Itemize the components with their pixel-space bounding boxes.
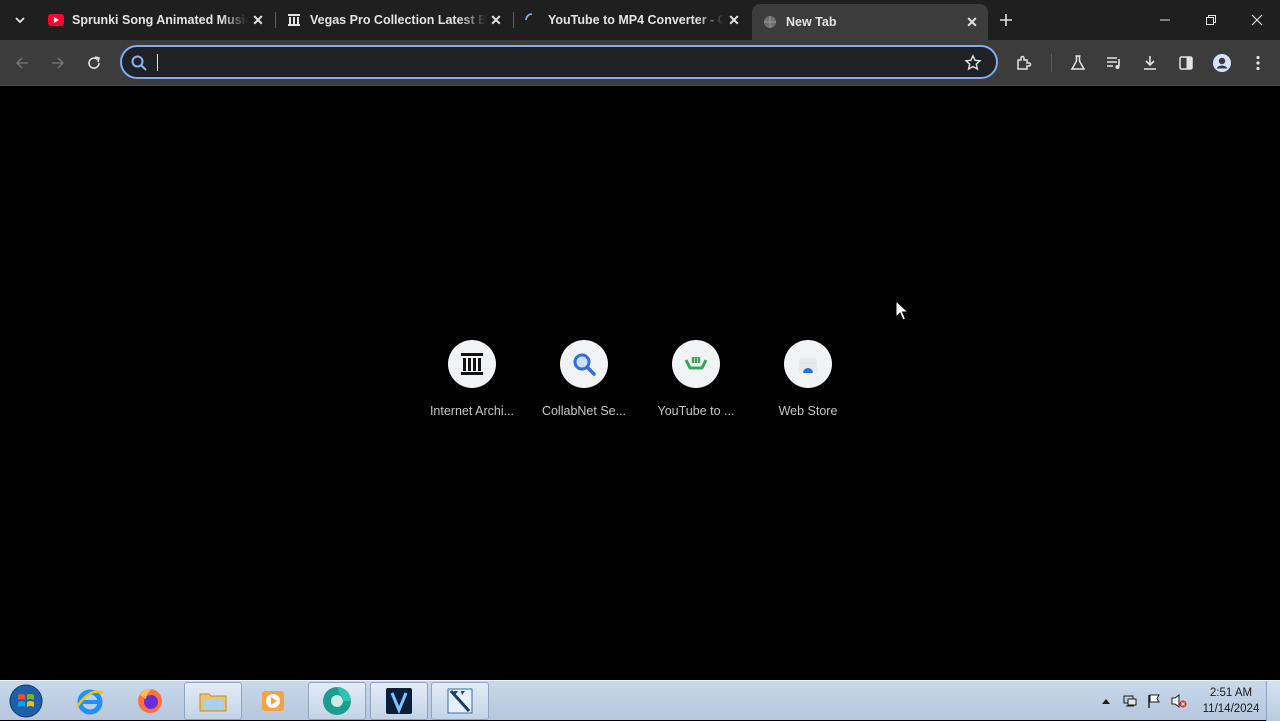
globe-icon bbox=[762, 14, 778, 30]
shortcut-tile[interactable]: Web Store bbox=[752, 340, 864, 430]
address-bar[interactable] bbox=[120, 45, 998, 79]
chrome-like-icon bbox=[323, 687, 351, 715]
forward-button[interactable] bbox=[44, 49, 72, 77]
side-panel-icon bbox=[1179, 56, 1193, 70]
toolbar-separator bbox=[1051, 54, 1052, 72]
clock-time: 2:51 AM bbox=[1209, 687, 1253, 699]
kmplayer-icon bbox=[447, 688, 473, 714]
media-player-icon bbox=[262, 691, 284, 711]
tab-title: YouTube to MP4 Converter - C bbox=[548, 13, 724, 27]
restore-button[interactable] bbox=[1188, 0, 1234, 40]
restore-icon bbox=[1206, 15, 1216, 25]
tab-title: New Tab bbox=[786, 15, 837, 29]
tray-volume[interactable] bbox=[1168, 681, 1190, 721]
start-orb-icon bbox=[9, 684, 43, 718]
flag-icon bbox=[1148, 694, 1160, 708]
shortcut-label: Web Store bbox=[778, 404, 838, 418]
tab-sprunki[interactable]: Sprunki Song Animated Music ✕ bbox=[38, 4, 274, 36]
plus-icon bbox=[1000, 14, 1012, 26]
converter-icon bbox=[672, 340, 720, 388]
back-button[interactable] bbox=[8, 49, 36, 77]
internet-explorer-icon bbox=[75, 689, 104, 715]
new-tab-button[interactable] bbox=[994, 8, 1018, 32]
tray-network[interactable] bbox=[1120, 681, 1140, 721]
search-icon bbox=[131, 55, 147, 71]
address-input[interactable] bbox=[156, 51, 956, 73]
media-controls-button[interactable] bbox=[1103, 52, 1125, 74]
menu-button[interactable] bbox=[1247, 52, 1269, 74]
internet-archive-icon bbox=[286, 12, 302, 28]
shortcut-label: Internet Archi... bbox=[429, 404, 515, 418]
tab-youtube-converter[interactable]: YouTube to MP4 Converter - C ✕ bbox=[514, 4, 750, 36]
taskbar-media-player[interactable] bbox=[244, 682, 302, 720]
taskbar-file-explorer[interactable] bbox=[184, 682, 242, 720]
mouse-cursor-icon bbox=[895, 300, 909, 321]
minimize-icon bbox=[1160, 19, 1170, 21]
shortcut-label: CollabNet Se... bbox=[541, 404, 627, 418]
chevron-down-icon bbox=[15, 17, 25, 24]
clock-date: 11/14/2024 bbox=[1202, 703, 1260, 715]
vegas-pro-icon bbox=[386, 688, 412, 714]
file-explorer-icon bbox=[199, 693, 227, 712]
puzzle-icon bbox=[1017, 55, 1032, 70]
taskbar-kmplayer[interactable] bbox=[431, 682, 489, 720]
network-icon bbox=[1123, 695, 1137, 707]
new-tab-page: Internet Archi... CollabNet Se... YouTub… bbox=[0, 87, 1280, 680]
shortcut-label: YouTube to ... bbox=[657, 404, 735, 418]
playlist-icon bbox=[1107, 57, 1120, 69]
firefox-icon bbox=[138, 689, 162, 713]
search-icon bbox=[560, 340, 608, 388]
close-icon bbox=[1251, 14, 1263, 26]
download-icon bbox=[1144, 56, 1156, 70]
taskbar-firefox[interactable] bbox=[121, 682, 179, 720]
close-icon[interactable]: ✕ bbox=[248, 10, 268, 30]
flask-icon bbox=[1070, 55, 1086, 70]
taskbar-internet-explorer[interactable] bbox=[61, 682, 119, 720]
minimize-button[interactable] bbox=[1142, 0, 1188, 40]
taskbar: 2:51 AM 11/14/2024 bbox=[0, 680, 1280, 721]
show-desktop-button[interactable] bbox=[1266, 681, 1280, 721]
shortcut-tile[interactable]: YouTube to ... bbox=[640, 340, 752, 430]
back-arrow-icon bbox=[15, 57, 28, 69]
toolbar bbox=[0, 40, 1280, 86]
tab-strip: Sprunki Song Animated Music ✕ Vegas Pro … bbox=[0, 0, 1280, 40]
web-store-icon bbox=[784, 340, 832, 388]
forward-arrow-icon bbox=[52, 57, 65, 69]
bookmark-star-icon[interactable] bbox=[964, 54, 982, 72]
labs-button[interactable] bbox=[1067, 52, 1089, 74]
reload-icon bbox=[88, 56, 100, 69]
youtube-icon bbox=[48, 12, 64, 28]
kebab-menu-icon bbox=[1256, 55, 1260, 71]
start-button[interactable] bbox=[6, 682, 46, 720]
extensions-button[interactable] bbox=[1013, 52, 1035, 74]
close-icon[interactable]: ✕ bbox=[962, 12, 982, 32]
tray-action-center[interactable] bbox=[1144, 681, 1164, 721]
profile-avatar-icon bbox=[1213, 54, 1231, 72]
tab-new-tab[interactable]: New Tab ✕ bbox=[752, 4, 988, 40]
chevron-up-icon bbox=[1102, 699, 1110, 704]
tab-search-button[interactable] bbox=[8, 8, 32, 32]
taskbar-clock[interactable]: 2:51 AM 11/14/2024 bbox=[1196, 685, 1266, 717]
close-icon[interactable]: ✕ bbox=[724, 10, 744, 30]
tab-vegas-pro[interactable]: Vegas Pro Collection Latest Bu ✕ bbox=[276, 4, 512, 36]
shortcut-tile[interactable]: CollabNet Se... bbox=[528, 340, 640, 430]
volume-muted-icon bbox=[1171, 694, 1187, 708]
reload-button[interactable] bbox=[80, 49, 108, 77]
taskbar-browser[interactable] bbox=[308, 682, 366, 720]
profile-button[interactable] bbox=[1211, 52, 1233, 74]
text-caret bbox=[157, 54, 158, 71]
internet-archive-icon bbox=[448, 340, 496, 388]
side-panel-button[interactable] bbox=[1175, 52, 1197, 74]
loading-spinner-icon bbox=[524, 12, 540, 28]
close-icon[interactable]: ✕ bbox=[486, 10, 506, 30]
taskbar-vegas-pro[interactable] bbox=[370, 682, 428, 720]
shortcut-tile[interactable]: Internet Archi... bbox=[416, 340, 528, 430]
close-window-button[interactable] bbox=[1234, 0, 1280, 40]
browser-window: Sprunki Song Animated Music ✕ Vegas Pro … bbox=[0, 0, 1280, 680]
show-hidden-icons-button[interactable] bbox=[1099, 681, 1113, 721]
downloads-button[interactable] bbox=[1139, 52, 1161, 74]
tab-title: Sprunki Song Animated Music bbox=[72, 13, 248, 27]
tab-title: Vegas Pro Collection Latest Bu bbox=[310, 13, 486, 27]
